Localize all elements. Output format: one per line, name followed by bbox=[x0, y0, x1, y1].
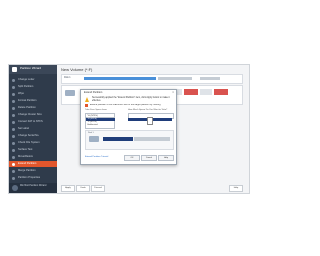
sidebar-footer: MiniTool Partition Wizard bbox=[9, 183, 57, 193]
partition-bar[interactable] bbox=[200, 77, 220, 80]
sidebar-item-label: Format Partition bbox=[18, 99, 37, 102]
size-slider-handle[interactable] bbox=[147, 116, 153, 125]
warning-message: Successfully applied the "Extend Partiti… bbox=[92, 97, 170, 102]
sidebar-item-label: Partition Properties bbox=[18, 176, 41, 179]
sidebar-item[interactable]: Set Label bbox=[9, 126, 57, 132]
sidebar-item-label: Set Label bbox=[18, 127, 29, 130]
partition-block-red[interactable] bbox=[184, 89, 198, 95]
preview-partition-extended bbox=[103, 137, 133, 141]
menu-item-icon bbox=[12, 99, 15, 103]
dialog-title: Extend Partition bbox=[84, 91, 103, 94]
page-title: New Volume (*:F) bbox=[61, 67, 93, 72]
menu-item-icon bbox=[12, 155, 15, 159]
sidebar-item[interactable]: Change Cluster Size bbox=[9, 112, 57, 118]
sidebar-item[interactable]: Merge Partition bbox=[9, 168, 57, 174]
menu-item-icon bbox=[12, 134, 15, 138]
sidebar-item[interactable]: Format Partition bbox=[9, 98, 57, 104]
cancel-button[interactable]: Cancel bbox=[141, 155, 157, 161]
sidebar-item-label: Change Letter bbox=[18, 78, 35, 81]
tutorial-link[interactable]: Extend Partition Tutorial bbox=[85, 156, 108, 158]
avatar bbox=[12, 185, 18, 191]
sidebar-item-label: Change Serial No. bbox=[18, 134, 40, 137]
sidebar-item[interactable]: Split Partition bbox=[9, 84, 57, 90]
sidebar-item-label: Delete Partition bbox=[18, 106, 36, 109]
menu-item-icon bbox=[12, 148, 15, 152]
sidebar-item[interactable]: Wipe bbox=[9, 91, 57, 97]
menu-item-icon bbox=[12, 106, 15, 110]
sidebar-header: Partition Wizard bbox=[9, 65, 57, 74]
close-icon[interactable]: × bbox=[172, 91, 174, 94]
menu-item-icon bbox=[12, 176, 15, 180]
sidebar-item[interactable]: Move/Resize bbox=[9, 154, 57, 160]
sidebar-item-label: Extend Partition bbox=[18, 162, 37, 165]
menu-item-icon bbox=[12, 113, 15, 117]
disk-icon bbox=[65, 90, 75, 96]
sidebar-item-label: Wipe bbox=[18, 92, 24, 95]
sidebar-item[interactable]: Extend Partition bbox=[9, 161, 57, 167]
app-logo-icon bbox=[12, 67, 17, 72]
sidebar-item[interactable]: Convert FAT to NTFS bbox=[9, 119, 57, 125]
extend-partition-dialog: Extend Partition × Successfully applied … bbox=[80, 89, 177, 165]
menu-item-icon bbox=[12, 169, 15, 173]
sidebar-item-label: Change Cluster Size bbox=[18, 113, 42, 116]
sidebar-item-label: Convert FAT to NTFS bbox=[18, 120, 43, 123]
ok-button[interactable]: OK bbox=[124, 155, 140, 161]
disk-label: Disk 1 bbox=[64, 76, 71, 79]
disk-icon bbox=[89, 136, 99, 142]
menu-item-icon bbox=[12, 85, 15, 89]
disk-map-1[interactable]: Disk 1 bbox=[61, 74, 243, 84]
dialog-help-button[interactable]: Help bbox=[158, 155, 174, 161]
sidebar-item[interactable]: Surface Test bbox=[9, 147, 57, 153]
sidebar-item-label: Check File System bbox=[18, 141, 40, 144]
source-dropdown-list: *:E (NTFS) *:F (NTFS) Unallocated bbox=[85, 117, 115, 129]
menu-item-icon bbox=[12, 120, 15, 124]
partition-block-red[interactable] bbox=[214, 89, 228, 95]
sidebar-item-label: Split Partition bbox=[18, 85, 34, 88]
preview-disk-label: Disk 1 bbox=[88, 132, 94, 134]
sidebar-item-label: Move/Resize bbox=[18, 155, 33, 158]
partition-preview: Disk 1 bbox=[85, 130, 174, 150]
sidebar: Partition Wizard Change Letter Split Part… bbox=[9, 65, 57, 193]
partition-block[interactable] bbox=[200, 89, 212, 95]
sidebar-item[interactable]: Delete Partition bbox=[9, 105, 57, 111]
menu-item-icon bbox=[12, 141, 15, 145]
warning-icon bbox=[85, 97, 89, 102]
menu-item-icon bbox=[12, 92, 15, 96]
footer-label: MiniTool Partition Wizard bbox=[20, 184, 47, 187]
sidebar-item[interactable]: Change Serial No. bbox=[9, 133, 57, 139]
partition-bar[interactable] bbox=[158, 77, 192, 80]
app-brand: Partition Wizard bbox=[20, 66, 42, 70]
undo-button[interactable]: Undo bbox=[76, 185, 90, 192]
apply-button[interactable]: Apply bbox=[61, 185, 75, 192]
menu-item-icon bbox=[12, 162, 15, 166]
preview-partition-source bbox=[134, 137, 170, 141]
dropdown-option[interactable]: Unallocated bbox=[86, 124, 115, 127]
help-button[interactable]: Help bbox=[229, 185, 243, 192]
menu-item-icon bbox=[12, 78, 15, 82]
sidebar-item[interactable]: Partition Properties bbox=[9, 175, 57, 181]
sidebar-item-label: Merge Partition bbox=[18, 169, 36, 172]
partition-bar-selected[interactable] bbox=[84, 77, 156, 80]
menu-item-icon bbox=[12, 127, 15, 131]
discard-button[interactable]: Discard bbox=[91, 185, 105, 192]
checkbox-label: Extend partition to the maximum size of … bbox=[90, 103, 161, 106]
sidebar-item-label: Surface Test bbox=[18, 148, 33, 151]
extend-checkbox[interactable] bbox=[85, 104, 88, 107]
sidebar-item[interactable]: Check File System bbox=[9, 140, 57, 146]
sidebar-item[interactable]: Change Letter bbox=[9, 77, 57, 83]
